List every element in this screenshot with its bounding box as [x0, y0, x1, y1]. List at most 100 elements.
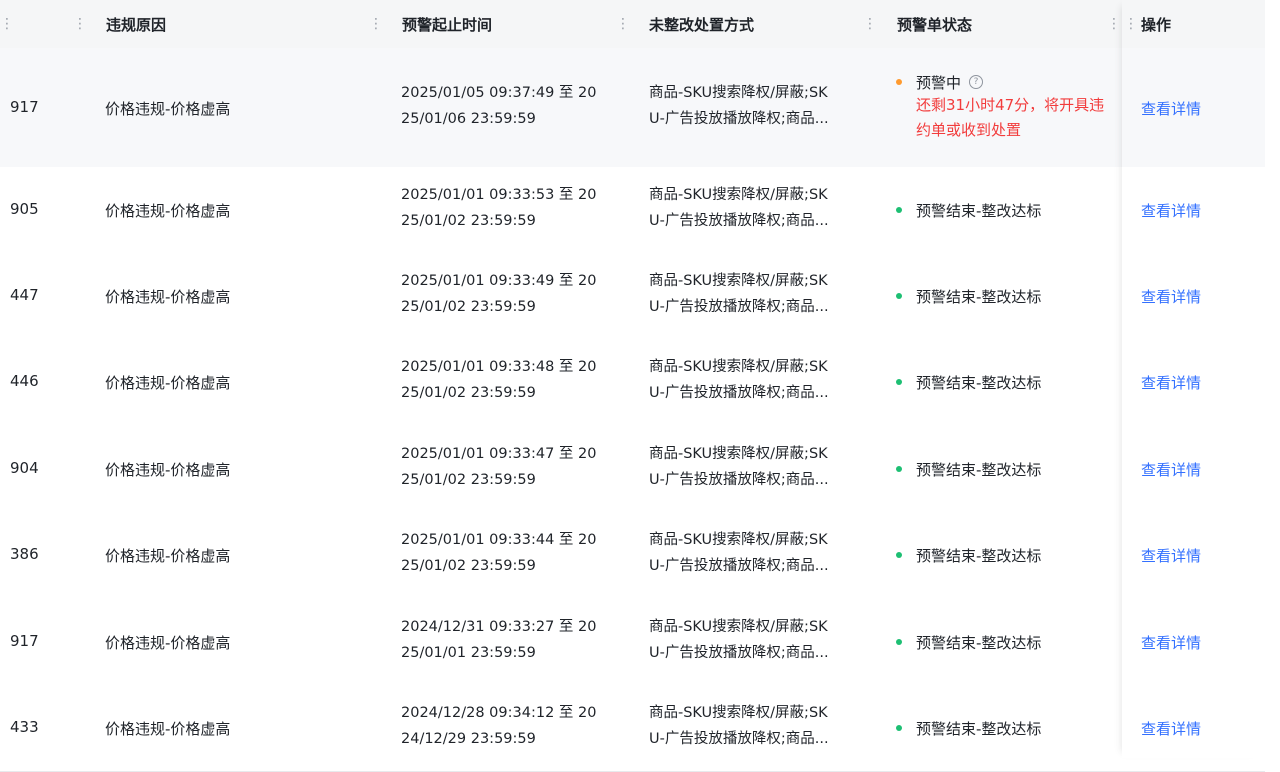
method-line-2: U-广告投放播放降权;商品...: [649, 472, 829, 488]
method-line-1: 商品-SKU搜索降权/屏蔽;SK: [649, 187, 828, 203]
cell-handling-method: 商品-SKU搜索降权/屏蔽;SK U-广告投放播放降权;商品...: [649, 354, 864, 406]
cell-warning-period: 2024/12/28 09:34:12 至 20 24/12/29 23:59:5…: [401, 700, 616, 752]
status-badge: 预警结束-整改达标: [916, 288, 1042, 306]
cell-violation-reason: 价格违规-价格虚高: [105, 720, 231, 738]
table-row: 917 价格违规-价格虚高 2025/01/05 09:37:49 至 20 25/0…: [0, 48, 1265, 168]
period-line-1: 2025/01/05 09:37:49 至 20: [401, 85, 597, 101]
status-dot-icon: [896, 78, 902, 85]
status-dot-icon: [896, 551, 902, 558]
warning-countdown-text: 还剩31小时47分，将开具违约单或收到处置: [916, 96, 1105, 139]
status-badge: 预警结束-整改达标: [916, 461, 1042, 479]
method-line-1: 商品-SKU搜索降权/屏蔽;SK: [649, 273, 828, 289]
cell-warning-status: 预警中? 还剩31小时47分，将开具违约单或收到处置: [896, 72, 1106, 143]
status-badge: 预警结束-整改达标: [916, 547, 1042, 565]
cell-warning-id: 386: [10, 545, 39, 563]
status-dot-icon: [896, 724, 902, 731]
column-resize-handle[interactable]: ⋮: [369, 14, 383, 34]
status-badge: 预警结束-整改达标: [916, 374, 1042, 392]
period-line-2: 25/01/01 23:59:59: [401, 645, 536, 661]
cell-violation-reason: 价格违规-价格虚高: [105, 634, 231, 652]
period-line-1: 2025/01/01 09:33:44 至 20: [401, 532, 597, 548]
cell-warning-period: 2025/01/05 09:37:49 至 20 25/01/06 23:59:5…: [401, 80, 616, 132]
cell-warning-status: 预警结束-整改达标: [896, 718, 1106, 739]
header-warning-period[interactable]: 预警起止时间: [402, 0, 492, 48]
cell-warning-id: 447: [10, 286, 39, 304]
column-resize-handle[interactable]: ⋮: [616, 14, 630, 34]
cell-warning-period: 2025/01/01 09:33:47 至 20 25/01/02 23:59:5…: [401, 441, 616, 493]
period-line-2: 24/12/29 23:59:59: [401, 731, 536, 747]
method-line-1: 商品-SKU搜索降权/屏蔽;SK: [649, 85, 828, 101]
status-dot-icon: [896, 465, 902, 472]
status-dot-icon: [896, 638, 902, 645]
period-line-2: 25/01/02 23:59:59: [401, 299, 536, 315]
column-resize-handle[interactable]: ⋮: [1107, 14, 1121, 34]
cell-warning-period: 2025/01/01 09:33:49 至 20 25/01/02 23:59:5…: [401, 268, 616, 320]
cell-handling-method: 商品-SKU搜索降权/屏蔽;SK U-广告投放播放降权;商品...: [649, 700, 864, 752]
cell-violation-reason: 价格违规-价格虚高: [105, 288, 231, 306]
cell-warning-status: 预警结束-整改达标: [896, 545, 1106, 566]
cell-handling-method: 商品-SKU搜索降权/屏蔽;SK U-广告投放播放降权;商品...: [649, 614, 864, 666]
cell-handling-method: 商品-SKU搜索降权/屏蔽;SK U-广告投放播放降权;商品...: [649, 80, 864, 132]
table-header: ⋮ ⋮ 违规原因 ⋮ 预警起止时间 ⋮ 未整改处置方式 ⋮ 预警单状态 ⋮ ⋮ …: [0, 0, 1265, 48]
column-resize-handle[interactable]: ⋮: [0, 14, 14, 34]
cell-warning-status: 预警结束-整改达标: [896, 286, 1106, 307]
status-badge: 预警中: [916, 74, 962, 92]
table-row: 433 价格违规-价格虚高 2024/12/28 09:34:12 至 20 24/1…: [0, 685, 1265, 772]
method-line-2: U-广告投放播放降权;商品...: [649, 731, 829, 747]
method-line-2: U-广告投放播放降权;商品...: [649, 111, 829, 127]
period-line-2: 25/01/02 23:59:59: [401, 558, 536, 574]
column-resize-handle[interactable]: ⋮: [863, 14, 877, 34]
method-line-2: U-广告投放播放降权;商品...: [649, 385, 829, 401]
status-badge: 预警结束-整改达标: [916, 634, 1042, 652]
cell-warning-id: 905: [10, 200, 39, 218]
method-line-1: 商品-SKU搜索降权/屏蔽;SK: [649, 705, 828, 721]
column-resize-handle[interactable]: ⋮: [73, 14, 87, 34]
period-line-1: 2025/01/01 09:33:47 至 20: [401, 446, 597, 462]
method-line-2: U-广告投放播放降权;商品...: [649, 558, 829, 574]
page-gutter: [1265, 0, 1280, 758]
cell-warning-id: 433: [10, 718, 39, 736]
cell-warning-status: 预警结束-整改达标: [896, 632, 1106, 653]
method-line-1: 商品-SKU搜索降权/屏蔽;SK: [649, 619, 828, 635]
table-row: 904 价格违规-价格虚高 2025/01/01 09:33:47 至 20 25/0…: [0, 425, 1265, 513]
cell-violation-reason: 价格违规-价格虚高: [105, 202, 231, 220]
method-line-1: 商品-SKU搜索降权/屏蔽;SK: [649, 532, 828, 548]
cell-violation-reason: 价格违规-价格虚高: [105, 461, 231, 479]
cell-warning-id: 917: [10, 632, 39, 650]
cell-warning-period: 2025/01/01 09:33:53 至 20 25/01/02 23:59:5…: [401, 182, 616, 234]
header-warning-status[interactable]: 预警单状态: [897, 0, 972, 48]
status-dot-icon: [896, 292, 902, 299]
cell-warning-period: 2025/01/01 09:33:48 至 20 25/01/02 23:59:5…: [401, 354, 616, 406]
cell-violation-reason: 价格违规-价格虚高: [105, 374, 231, 392]
method-line-2: U-广告投放播放降权;商品...: [649, 213, 829, 229]
status-dot-icon: [896, 378, 902, 385]
method-line-2: U-广告投放播放降权;商品...: [649, 299, 829, 315]
status-dot-icon: [896, 206, 902, 213]
cell-handling-method: 商品-SKU搜索降权/屏蔽;SK U-广告投放播放降权;商品...: [649, 268, 864, 320]
period-line-2: 25/01/02 23:59:59: [401, 472, 536, 488]
method-line-2: U-广告投放播放降权;商品...: [649, 645, 829, 661]
status-badge: 预警结束-整改达标: [916, 202, 1042, 220]
period-line-2: 25/01/02 23:59:59: [401, 385, 536, 401]
method-line-1: 商品-SKU搜索降权/屏蔽;SK: [649, 359, 828, 375]
status-badge: 预警结束-整改达标: [916, 720, 1042, 738]
header-violation-reason[interactable]: 违规原因: [106, 0, 166, 48]
cell-warning-id: 446: [10, 372, 39, 390]
period-line-1: 2025/01/01 09:33:48 至 20: [401, 359, 597, 375]
period-line-1: 2025/01/01 09:33:53 至 20: [401, 187, 597, 203]
cell-violation-reason: 价格违规-价格虚高: [105, 100, 231, 118]
period-line-1: 2024/12/28 09:34:12 至 20: [401, 705, 597, 721]
table-row: 446 价格违规-价格虚高 2025/01/01 09:33:48 至 20 25/0…: [0, 339, 1265, 426]
cell-warning-id: 917: [10, 98, 39, 116]
cell-warning-period: 2025/01/01 09:33:44 至 20 25/01/02 23:59:5…: [401, 527, 616, 579]
cell-warning-id: 904: [10, 459, 39, 477]
cell-handling-method: 商品-SKU搜索降权/屏蔽;SK U-广告投放播放降权;商品...: [649, 527, 864, 579]
cell-warning-status: 预警结束-整改达标: [896, 372, 1106, 393]
period-line-2: 25/01/02 23:59:59: [401, 213, 536, 229]
cell-handling-method: 商品-SKU搜索降权/屏蔽;SK U-广告投放播放降权;商品...: [649, 182, 864, 234]
help-circle-icon[interactable]: ?: [969, 74, 984, 89]
header-handling-method[interactable]: 未整改处置方式: [649, 0, 754, 48]
cell-warning-status: 预警结束-整改达标: [896, 459, 1106, 480]
table-row: 917 价格违规-价格虚高 2024/12/31 09:33:27 至 20 25/0…: [0, 598, 1265, 686]
period-line-1: 2024/12/31 09:33:27 至 20: [401, 619, 597, 635]
